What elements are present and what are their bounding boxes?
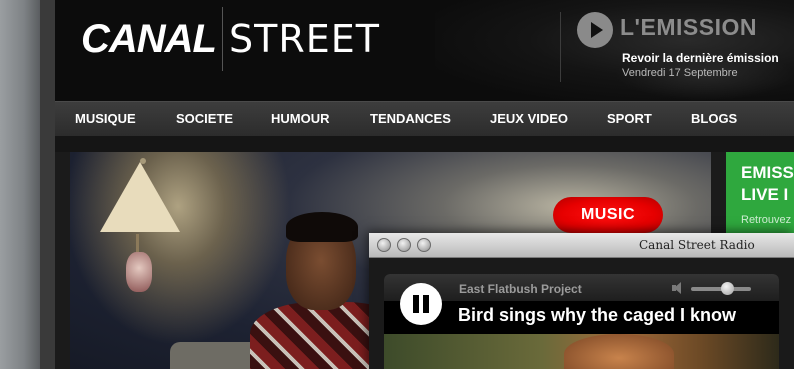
promo-title-line-2: LIVE I — [741, 185, 789, 204]
site-header: CANAL STREET L'EMISSION Revoir la derniè… — [55, 0, 794, 101]
emission-date: Vendredi 17 Septembre — [622, 67, 738, 79]
lamp-top — [140, 158, 146, 164]
play-icon[interactable] — [577, 12, 613, 48]
emission-replay-link[interactable]: Revoir la dernière émission — [622, 51, 779, 65]
zoom-window-button[interactable] — [417, 238, 431, 252]
artist-name: East Flatbush Project — [459, 282, 582, 296]
video-face — [564, 334, 674, 369]
header-divider — [560, 12, 561, 82]
promo-text: Retrouvez — [741, 214, 792, 226]
promo-title: EMISS LIVE I — [741, 162, 794, 206]
person-hair — [286, 212, 358, 242]
lamp-shade — [100, 162, 180, 232]
live-promo-box[interactable]: EMISS LIVE I Retrouvez — [726, 152, 794, 242]
player-bar: East Flatbush Project — [384, 274, 779, 301]
nav-item-jeux-video[interactable]: JEUX VIDEO — [490, 102, 568, 137]
window-title: Canal Street Radio — [639, 238, 755, 252]
logo-separator — [221, 7, 223, 71]
volume-slider-knob[interactable] — [720, 282, 734, 295]
radio-window: Canal Street Radio East Flatbush Project… — [369, 233, 794, 369]
nav-item-societe[interactable]: SOCIETE — [176, 102, 233, 137]
minimize-window-button[interactable] — [397, 238, 411, 252]
speaker-icon[interactable] — [672, 282, 681, 294]
radio-player: East Flatbush Project Bird sings why the… — [384, 274, 779, 369]
pause-icon[interactable] — [400, 283, 442, 325]
logo-street-text: STREET — [228, 17, 380, 61]
music-category-badge[interactable]: MUSIC — [553, 197, 663, 233]
site-edge — [40, 0, 55, 369]
page: CANAL STREET L'EMISSION Revoir la derniè… — [0, 0, 794, 369]
track-title: Bird sings why the caged I know — [458, 305, 737, 325]
promo-title-line-1: EMISS — [741, 163, 794, 182]
nav-item-sport[interactable]: SPORT — [607, 102, 652, 137]
desktop-background — [0, 0, 40, 369]
close-window-button[interactable] — [377, 238, 391, 252]
main-nav: MUSIQUE SOCIETE HUMOUR TENDANCES JEUX VI… — [55, 101, 794, 136]
video-thumbnail[interactable] — [384, 334, 779, 369]
logo-canal-text: CANAL — [81, 16, 217, 61]
window-titlebar[interactable]: Canal Street Radio — [369, 233, 794, 258]
site-logo[interactable]: CANAL STREET — [81, 7, 380, 71]
emission-title[interactable]: L'EMISSION — [620, 14, 757, 41]
nav-item-tendances[interactable]: TENDANCES — [370, 102, 451, 137]
nav-item-musique[interactable]: MUSIQUE — [75, 102, 136, 137]
nav-spacer — [55, 136, 794, 152]
nav-item-humour[interactable]: HUMOUR — [271, 102, 330, 137]
hanging-ornament — [126, 252, 152, 292]
nav-item-blogs[interactable]: BLOGS — [691, 102, 737, 137]
